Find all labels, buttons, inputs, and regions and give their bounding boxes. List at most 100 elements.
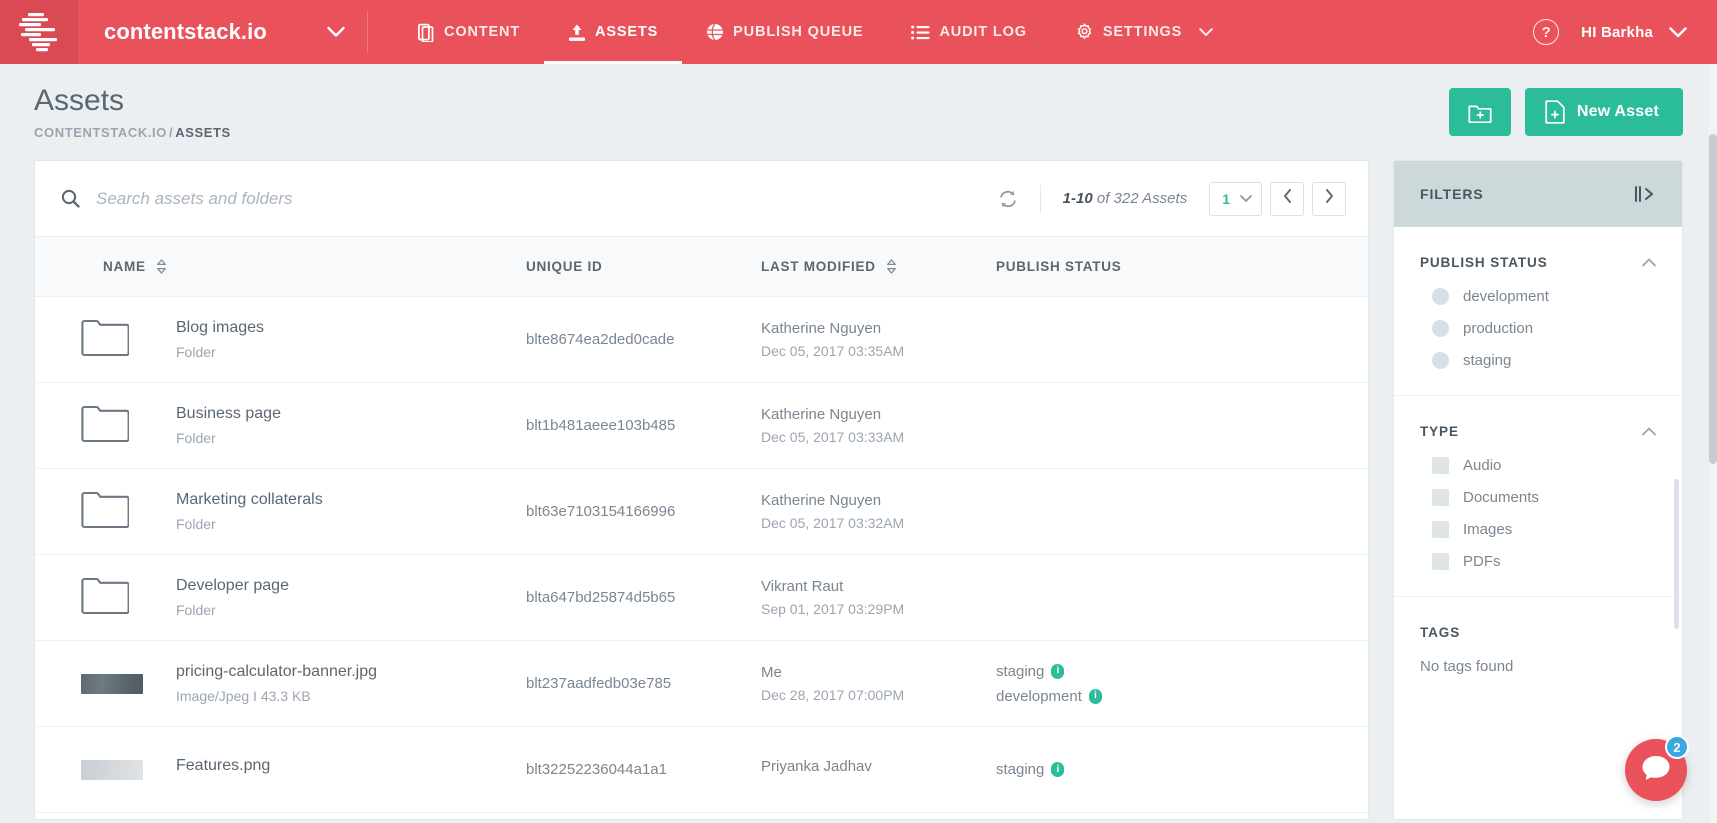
modified-by: Vikrant Raut: [761, 578, 844, 595]
upload-icon: [568, 23, 586, 42]
app-logo[interactable]: [0, 0, 78, 64]
table-row[interactable]: Developer page Folder blta647bd25874d5b6…: [35, 555, 1368, 641]
filter-item-label: development: [1463, 288, 1549, 305]
filter-group-type: TYPE Audio Documents Images PDFs: [1394, 396, 1682, 597]
chevron-down-icon: [1199, 27, 1213, 37]
table-row[interactable]: Marketing collaterals Folder blt63e71031…: [35, 469, 1368, 555]
intercom-launcher-button[interactable]: 2: [1625, 735, 1689, 801]
pagination: 1: [1209, 181, 1346, 216]
table-row[interactable]: Business page Folder blt1b481aeee103b485…: [35, 383, 1368, 469]
user-menu[interactable]: HI Barkha: [1581, 24, 1687, 41]
filter-item-images[interactable]: Images: [1432, 521, 1656, 538]
checkbox-icon[interactable]: [1432, 521, 1449, 538]
filter-group-header[interactable]: PUBLISH STATUS: [1420, 255, 1656, 270]
filter-item-label: Documents: [1463, 489, 1539, 506]
filter-item-audio[interactable]: Audio: [1432, 457, 1656, 474]
cell-name: Features.png: [61, 757, 526, 782]
info-badge-icon[interactable]: i: [1051, 762, 1065, 777]
asset-name: Blog images: [176, 319, 265, 336]
radio-icon[interactable]: [1432, 352, 1449, 369]
info-badge-icon[interactable]: i: [1088, 688, 1102, 704]
radio-icon[interactable]: [1432, 288, 1449, 305]
nav-item-label: SETTINGS: [1102, 24, 1183, 40]
asset-name: Business page: [176, 405, 281, 422]
row-thumbnail: [61, 317, 176, 362]
search-area: [61, 188, 976, 209]
publish-env-label: staging: [996, 761, 1045, 778]
chevron-up-icon[interactable]: [1642, 427, 1656, 436]
nav-item-publish-queue[interactable]: PUBLISH QUEUE: [682, 0, 887, 64]
row-thumbnail: [61, 489, 176, 534]
cell-name: Developer page Folder: [61, 575, 526, 620]
help-circle-icon[interactable]: ?: [1533, 19, 1560, 45]
chevron-up-icon[interactable]: [1642, 258, 1656, 267]
prev-page-button[interactable]: [1270, 181, 1304, 216]
chevron-down-icon: [327, 26, 345, 38]
folder-icon: [81, 489, 130, 534]
breadcrumb-root[interactable]: CONTENTSTACK.IO: [34, 125, 167, 140]
chevron-down-icon: [1240, 190, 1252, 208]
organization-name: contentstack.io: [104, 19, 267, 44]
nav-item-settings[interactable]: SETTINGS: [1051, 0, 1237, 64]
modified-by: Priyanka Jadhav: [761, 758, 872, 775]
filter-item-development[interactable]: development: [1432, 288, 1656, 305]
nav-item-content[interactable]: CONTENT: [394, 0, 544, 64]
column-header-last-modified[interactable]: LAST MODIFIED: [761, 259, 996, 274]
page-scrollbar-thumb[interactable]: [1709, 134, 1717, 464]
column-header-name[interactable]: NAME: [61, 259, 526, 274]
content-stack-icon: [418, 23, 435, 42]
table-row[interactable]: pricing-calculator-banner.jpg Image/Jpeg…: [35, 641, 1368, 727]
cell-last-modified: Katherine Nguyen Dec 05, 2017 03:33AM: [761, 406, 996, 445]
asset-meta: Folder: [176, 602, 216, 618]
sort-icon[interactable]: [156, 259, 167, 274]
page-select[interactable]: 1: [1209, 181, 1262, 216]
info-badge-icon[interactable]: i: [1051, 663, 1065, 679]
name-block: pricing-calculator-banner.jpg Image/Jpeg…: [176, 663, 377, 704]
new-asset-button[interactable]: New Asset: [1524, 88, 1683, 136]
checkbox-icon[interactable]: [1432, 489, 1449, 506]
filter-item-staging[interactable]: staging: [1432, 352, 1656, 369]
nav-item-label: PUBLISH QUEUE: [733, 24, 864, 40]
publish-env-tag[interactable]: development i: [996, 688, 1342, 705]
refresh-icon[interactable]: [976, 189, 1040, 209]
asset-name: Developer page: [176, 577, 289, 594]
next-page-button[interactable]: [1312, 181, 1346, 216]
content-area: 1-10 of 322 Assets 1: [0, 160, 1717, 820]
radio-icon[interactable]: [1432, 320, 1449, 337]
sort-icon[interactable]: [886, 259, 897, 274]
new-asset-label: New Asset: [1576, 103, 1659, 120]
chevron-left-icon: [1283, 189, 1292, 208]
folder-icon: [81, 575, 130, 620]
row-thumbnail: [61, 673, 176, 694]
checkbox-icon[interactable]: [1432, 457, 1449, 474]
publish-env-tag[interactable]: staging i: [996, 663, 1342, 680]
table-row[interactable]: Features.png blt32252236044a1a1 Priyanka…: [35, 727, 1368, 813]
new-folder-button[interactable]: [1448, 88, 1511, 136]
nav-item-assets[interactable]: ASSETS: [544, 0, 683, 64]
chat-bubble-icon: [1641, 754, 1671, 787]
filter-group-list: Audio Documents Images PDFs: [1420, 457, 1656, 570]
cell-name: Blog images Folder: [61, 317, 526, 362]
filters-sidebar: FILTERS PUBLISH STATUS development produ…: [1393, 160, 1683, 820]
filter-group-header[interactable]: TYPE: [1420, 424, 1656, 439]
column-label: NAME: [103, 259, 146, 274]
filter-item-production[interactable]: production: [1432, 320, 1656, 337]
intercom-unread-badge: 2: [1665, 735, 1689, 759]
collapse-panel-icon[interactable]: [1634, 186, 1656, 202]
primary-nav: CONTENT ASSETS PUBLISH QUEUE AUDIT LOG S…: [394, 0, 1237, 64]
filter-item-label: PDFs: [1463, 553, 1501, 570]
search-input[interactable]: [96, 188, 976, 209]
table-row[interactable]: Blog images Folder blte8674ea2ded0cade K…: [35, 297, 1368, 383]
publish-env-tag[interactable]: staging i: [996, 761, 1342, 778]
nav-item-audit-log[interactable]: AUDIT LOG: [887, 0, 1050, 64]
checkbox-icon[interactable]: [1432, 553, 1449, 570]
page-scrollbar-track[interactable]: [1709, 64, 1717, 823]
organization-switcher[interactable]: contentstack.io: [78, 12, 368, 52]
filters-scrollbar[interactable]: [1674, 479, 1679, 629]
row-thumbnail: [61, 759, 176, 780]
filter-item-pdfs[interactable]: PDFs: [1432, 553, 1656, 570]
page-number: 1: [1222, 190, 1230, 207]
filter-group-title: PUBLISH STATUS: [1420, 255, 1548, 270]
filter-item-documents[interactable]: Documents: [1432, 489, 1656, 506]
cell-unique-id: blt1b481aeee103b485: [526, 417, 676, 434]
